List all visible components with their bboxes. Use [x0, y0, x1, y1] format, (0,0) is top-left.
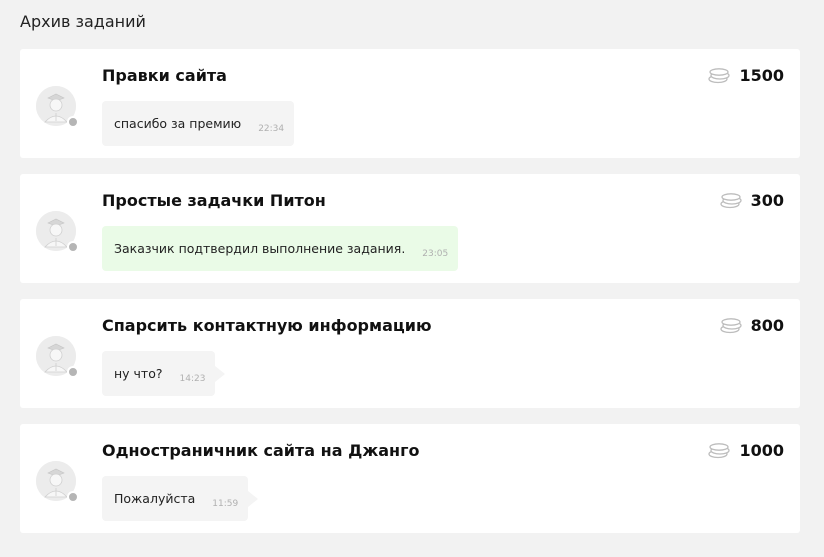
message-text: ну что? — [114, 365, 163, 381]
task-title[interactable]: Одностраничник сайта на Джанго — [102, 440, 419, 462]
message-time: 11:59 — [212, 498, 239, 509]
last-message-bubble: Пожалуйста 11:59 — [102, 476, 259, 521]
last-message-bubble: ну что? 14:23 — [102, 351, 226, 396]
price-value: 1500 — [739, 66, 784, 85]
message-time: 14:23 — [179, 373, 206, 384]
message-text: спасибо за премию — [114, 115, 242, 131]
coins-icon — [719, 318, 742, 334]
task-card[interactable]: Простые задачки Питон 300 Заказчик подтв… — [20, 174, 800, 283]
task-list: Правки сайта 1500 спасибо за премию 22:3… — [20, 49, 800, 549]
coins-icon — [708, 68, 731, 84]
online-status-dot — [67, 366, 79, 378]
coins-icon — [719, 193, 742, 209]
task-title[interactable]: Простые задачки Питон — [102, 190, 326, 212]
task-price: 300 — [719, 190, 784, 212]
task-price: 1000 — [708, 440, 784, 462]
message-text: Заказчик подтвердил выполнение задания. — [114, 240, 406, 256]
online-status-dot — [67, 491, 79, 503]
task-price: 1500 — [708, 65, 784, 87]
task-card[interactable]: Одностраничник сайта на Джанго 1000 Пожа… — [20, 424, 800, 533]
task-card[interactable]: Правки сайта 1500 спасибо за премию 22:3… — [20, 49, 800, 158]
price-value: 300 — [750, 191, 784, 210]
bubble-tail — [215, 366, 226, 382]
price-value: 800 — [750, 316, 784, 335]
last-message-bubble: спасибо за премию 22:34 — [102, 101, 295, 146]
coins-icon — [708, 443, 731, 459]
online-status-dot — [67, 241, 79, 253]
message-time: 22:34 — [258, 123, 285, 134]
task-card[interactable]: Спарсить контактную информацию 800 ну чт… — [20, 299, 800, 408]
message-time: 23:05 — [422, 248, 449, 259]
price-value: 1000 — [739, 441, 784, 460]
task-title[interactable]: Правки сайта — [102, 65, 227, 87]
last-message-bubble: Заказчик подтвердил выполнение задания. … — [102, 226, 459, 271]
page-title: Архив заданий — [20, 12, 146, 31]
message-text: Пожалуйста — [114, 490, 196, 506]
task-title[interactable]: Спарсить контактную информацию — [102, 315, 432, 337]
task-price: 800 — [719, 315, 784, 337]
online-status-dot — [67, 116, 79, 128]
bubble-tail — [248, 491, 259, 507]
